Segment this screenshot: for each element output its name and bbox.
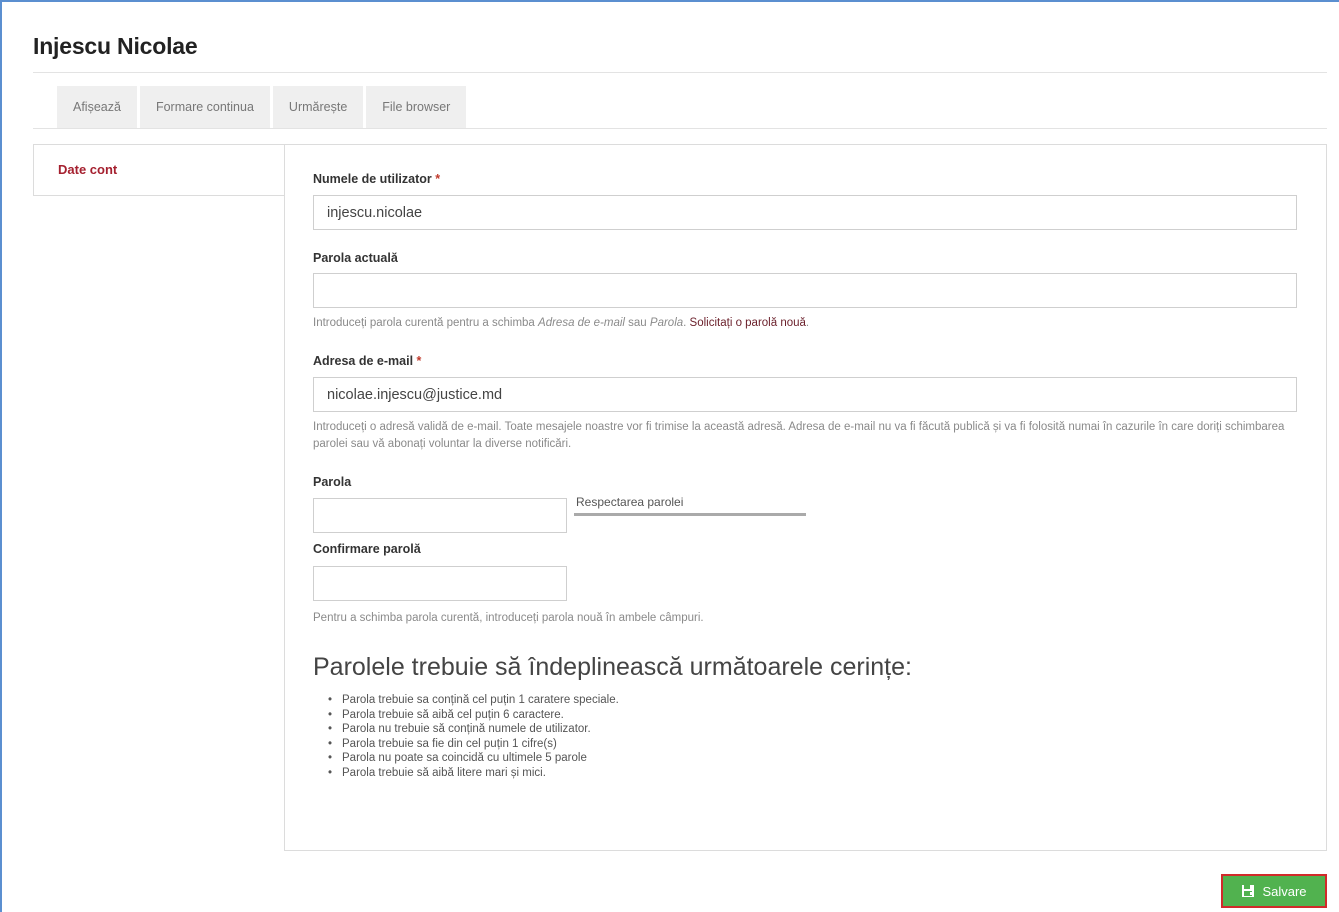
email-label: Adresa de e-mail * [313,354,421,368]
primary-tabs: Afișează Formare continua Urmărește File… [57,86,469,128]
username-input[interactable] [313,195,1297,230]
email-help: Introduceți o adresă validă de e-mail. T… [313,421,1285,450]
password-strength-label: Respectarea parolei [576,495,684,509]
help-em-email: Adresa de e-mail [538,317,625,329]
confirm-password-help: Pentru a schimba parola curentă, introdu… [313,612,704,624]
requirement-item: Parola nu poate sa coincidă cu ultimele … [328,751,619,766]
request-new-password-link[interactable]: Solicitați o parolă nouă [690,317,806,329]
current-password-label: Parola actuală [313,251,398,265]
tab-urmareste[interactable]: Urmărește [272,86,364,128]
password-requirements-title: Parolele trebuie să îndeplinească următo… [313,653,912,681]
username-label: Numele de utilizator * [313,172,440,186]
save-button[interactable]: Salvare [1221,874,1327,908]
confirm-password-label: Confirmare parolă [313,542,421,556]
save-icon [1241,884,1255,898]
vertical-tab-date-cont[interactable]: Date cont [33,144,284,196]
help-text: sau [624,317,650,329]
password-input[interactable] [313,498,567,533]
password-strength-bar [574,513,806,516]
tabs-divider [33,128,1327,129]
tab-formare-continua[interactable]: Formare continua [139,86,270,128]
username-label-text: Numele de utilizator [313,172,432,186]
required-marker: * [416,354,422,368]
confirm-password-input[interactable] [313,566,567,601]
password-label: Parola [313,475,352,489]
current-password-help: Introduceți parola curentă pentru a schi… [313,315,809,332]
tab-afiseaza[interactable]: Afișează [57,86,137,128]
email-label-text: Adresa de e-mail [313,354,414,368]
help-text: . [805,317,810,329]
title-divider [33,72,1327,73]
requirement-item: Parola nu trebuie să conțină numele de u… [328,722,619,737]
requirement-item: Parola trebuie să aibă litere mari și mi… [328,766,619,781]
help-text: Introduceți parola curentă pentru a schi… [313,317,539,329]
required-marker: * [435,172,441,186]
requirement-item: Parola trebuie să aibă cel puțin 6 carac… [328,708,619,723]
email-input[interactable] [313,377,1297,412]
requirement-item: Parola trebuie sa fie din cel puțin 1 ci… [328,737,619,752]
tab-file-browser[interactable]: File browser [366,86,467,128]
page-title: Injescu Nicolae [33,33,198,59]
help-em-password: Parola [649,317,684,329]
password-requirements-list: Parola trebuie sa conțină cel puțin 1 ca… [328,693,619,780]
save-button-label: Salvare [1262,883,1307,899]
current-password-input[interactable] [313,273,1297,308]
requirement-item: Parola trebuie sa conțină cel puțin 1 ca… [328,693,619,708]
